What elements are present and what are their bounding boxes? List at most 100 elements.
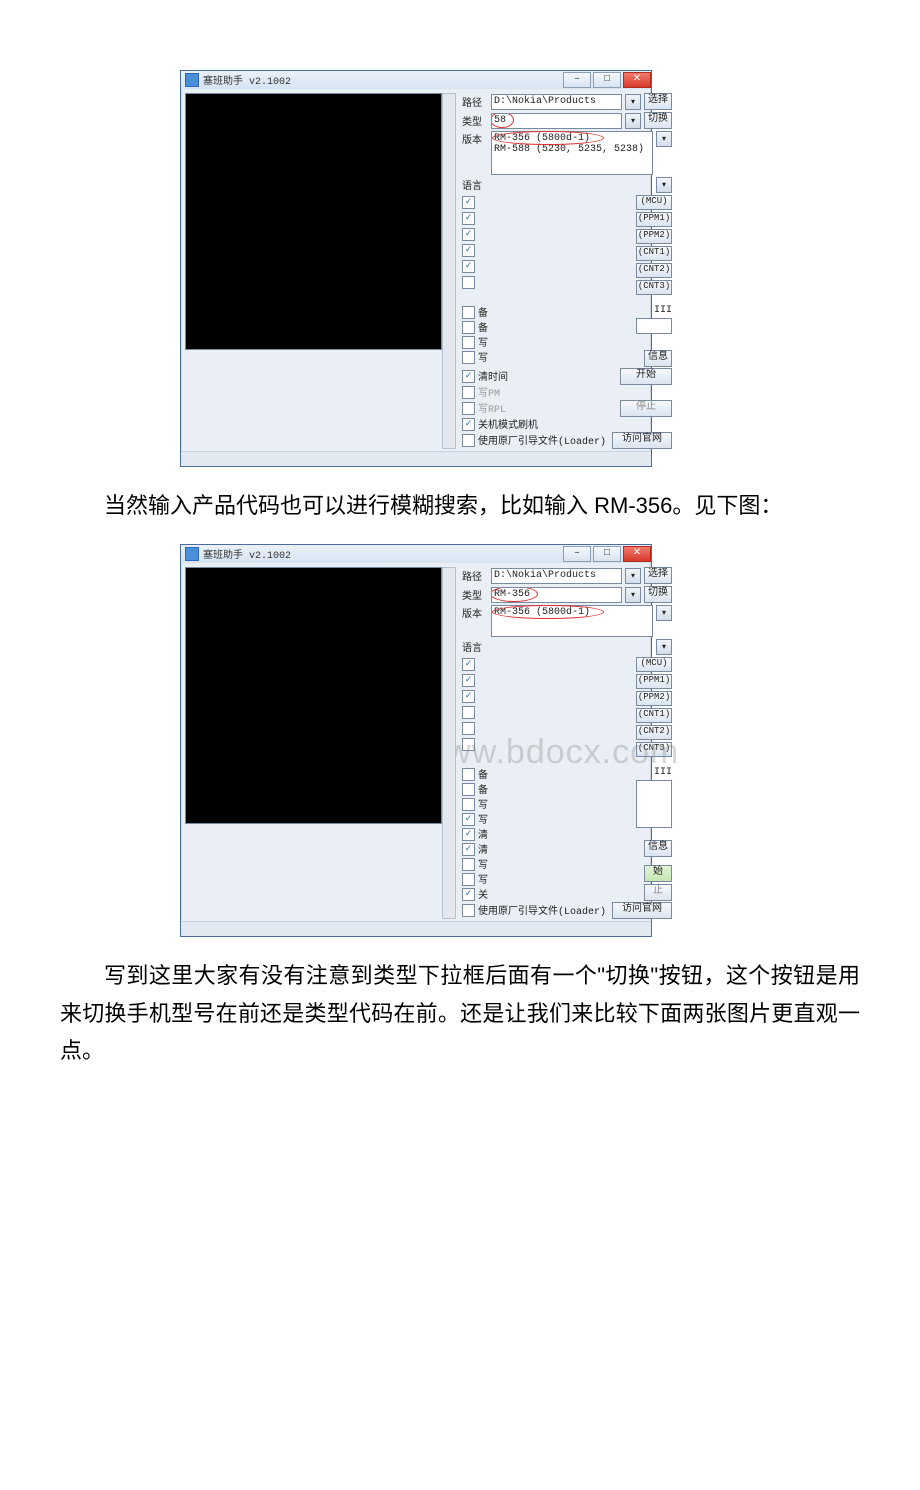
info-button[interactable]: 信息 <box>644 350 672 367</box>
visit-site-button[interactable]: 访问官网 <box>612 432 672 449</box>
start-button[interactable]: 开始 <box>620 368 672 385</box>
checkbox[interactable] <box>462 873 475 886</box>
select-button[interactable]: 选择 <box>644 567 672 584</box>
titlebar: 塞班助手 v2.1002 – □ ✕ <box>181 71 651 89</box>
checkbox[interactable]: ✓ <box>462 674 475 687</box>
path-dropdown-icon[interactable]: ▾ <box>625 94 641 110</box>
stop-button[interactable]: 止 <box>644 884 672 901</box>
minimize-button[interactable]: – <box>563 546 591 562</box>
checkbox[interactable] <box>462 306 475 319</box>
use-loader-checkbox[interactable] <box>462 904 475 917</box>
shutdown-flash-label: 关机模式刷机 <box>478 416 538 432</box>
checkbox[interactable] <box>462 351 475 364</box>
checkbox[interactable]: ✓ <box>462 260 475 273</box>
preview-scrollbar[interactable] <box>442 93 456 449</box>
select-button[interactable]: 选择 <box>644 93 672 110</box>
type-dropdown-icon[interactable]: ▾ <box>625 113 641 129</box>
window-title: 塞班助手 v2.1002 <box>203 546 561 562</box>
checkbox[interactable] <box>462 738 475 751</box>
language-dropdown-icon[interactable]: ▾ <box>656 177 672 193</box>
checkbox[interactable] <box>462 858 475 871</box>
language-label: 语言 <box>462 177 488 193</box>
file-button-ppm2[interactable]: (PPM2) <box>636 691 672 706</box>
use-loader-label: 使用原厂引导文件(Loader) <box>478 432 606 448</box>
write-pm-checkbox[interactable] <box>462 386 475 399</box>
checkbox[interactable]: ✓ <box>462 244 475 257</box>
path-label: 路径 <box>462 568 488 584</box>
file-button-cnt2[interactable]: (CNT2) <box>636 263 672 278</box>
checkbox[interactable]: ✓ <box>462 228 475 241</box>
file-button-mcu[interactable]: (MCU) <box>636 657 672 672</box>
checkbox[interactable] <box>462 722 475 735</box>
info-button[interactable]: 信息 <box>644 840 672 857</box>
paragraph-1: 当然输入产品代码也可以进行模糊搜索，比如输入 RM-356。见下图： <box>60 487 860 524</box>
checkbox[interactable] <box>462 783 475 796</box>
file-button-cnt3[interactable]: (CNT3) <box>636 742 672 757</box>
shutdown-flash-checkbox[interactable]: ✓ <box>462 418 475 431</box>
status-bar <box>181 921 651 936</box>
file-button-cnt2[interactable]: (CNT2) <box>636 725 672 740</box>
app-window: 塞班助手 v2.1002 – □ ✕ 路径 D:\Nokia\Products … <box>180 544 652 937</box>
file-button-mcu[interactable]: (MCU) <box>636 195 672 210</box>
close-button[interactable]: ✕ <box>623 546 651 562</box>
use-loader-checkbox[interactable] <box>462 434 475 447</box>
list-item[interactable]: RM-588 (5230, 5235, 5238) <box>494 144 650 155</box>
write-rpl-label: 写RPL <box>478 400 506 416</box>
start-button[interactable]: 始 <box>644 865 672 882</box>
version-listbox[interactable]: RM-356 (5800d-1) RM-588 (5230, 5235, 523… <box>491 131 653 175</box>
checkbox[interactable]: ✓ <box>462 828 475 841</box>
checkbox[interactable]: ✓ <box>462 813 475 826</box>
type-dropdown-icon[interactable]: ▾ <box>625 587 641 603</box>
path-input[interactable]: D:\Nokia\Products <box>491 568 622 584</box>
checkbox[interactable] <box>462 321 475 334</box>
language-dropdown-icon[interactable]: ▾ <box>656 639 672 655</box>
checkbox[interactable] <box>462 276 475 289</box>
file-button-cnt3[interactable]: (CNT3) <box>636 280 672 295</box>
file-button-ppm1[interactable]: (PPM1) <box>636 674 672 689</box>
write-rpl-checkbox[interactable] <box>462 402 475 415</box>
list-item[interactable]: RM-356 (5800d-1) <box>494 607 590 618</box>
list-item[interactable]: RM-356 (5800d-1) <box>494 133 590 144</box>
version-listbox[interactable]: RM-356 (5800d-1) <box>491 605 653 637</box>
path-dropdown-icon[interactable]: ▾ <box>625 568 641 584</box>
checkbox[interactable] <box>462 336 475 349</box>
clear-time-label: 清时间 <box>478 368 508 384</box>
paragraph-2: 写到这里大家有没有注意到类型下拉框后面有一个"切换"按钮，这个按钮是用来切换手机… <box>60 957 860 1069</box>
version-dropdown-icon[interactable]: ▾ <box>656 131 672 147</box>
checkbox[interactable]: ✓ <box>462 212 475 225</box>
switch-button[interactable]: 切换 <box>644 586 672 603</box>
path-input[interactable]: D:\Nokia\Products <box>491 94 622 110</box>
file-button-ppm2[interactable]: (PPM2) <box>636 229 672 244</box>
iii-label: III <box>654 305 672 316</box>
version-dropdown-icon[interactable]: ▾ <box>656 605 672 621</box>
file-button-cnt1[interactable]: (CNT1) <box>636 708 672 723</box>
checkbox[interactable]: ✓ <box>462 888 475 901</box>
maximize-button[interactable]: □ <box>593 72 621 88</box>
switch-button[interactable]: 切换 <box>644 112 672 129</box>
type-input[interactable]: RM-356 <box>491 587 622 603</box>
minimize-button[interactable]: – <box>563 72 591 88</box>
screenshot-1: 塞班助手 v2.1002 – □ ✕ 路径 D:\Nokia\Products … <box>180 70 920 467</box>
small-input[interactable] <box>636 318 672 334</box>
file-button-ppm1[interactable]: (PPM1) <box>636 212 672 227</box>
stop-button[interactable]: 停止 <box>620 400 672 417</box>
app-window: 塞班助手 v2.1002 – □ ✕ 路径 D:\Nokia\Products … <box>180 70 652 467</box>
version-label: 版本 <box>462 131 488 147</box>
preview-scrollbar[interactable] <box>442 567 456 919</box>
small-input[interactable] <box>636 780 672 828</box>
checkbox[interactable]: ✓ <box>462 658 475 671</box>
visit-site-button[interactable]: 访问官网 <box>612 902 672 919</box>
close-button[interactable]: ✕ <box>623 72 651 88</box>
checkbox[interactable]: ✓ <box>462 690 475 703</box>
file-button-cnt1[interactable]: (CNT1) <box>636 246 672 261</box>
checkbox[interactable] <box>462 768 475 781</box>
clear-time-checkbox[interactable]: ✓ <box>462 370 475 383</box>
checkbox[interactable]: ✓ <box>462 843 475 856</box>
language-label: 语言 <box>462 639 488 655</box>
checkbox[interactable] <box>462 798 475 811</box>
checkbox[interactable]: ✓ <box>462 196 475 209</box>
checkbox[interactable] <box>462 706 475 719</box>
type-input[interactable]: 58 <box>491 113 622 129</box>
screenshot-2: www.bdocx.com 塞班助手 v2.1002 – □ ✕ 路径 <box>180 544 920 937</box>
maximize-button[interactable]: □ <box>593 546 621 562</box>
